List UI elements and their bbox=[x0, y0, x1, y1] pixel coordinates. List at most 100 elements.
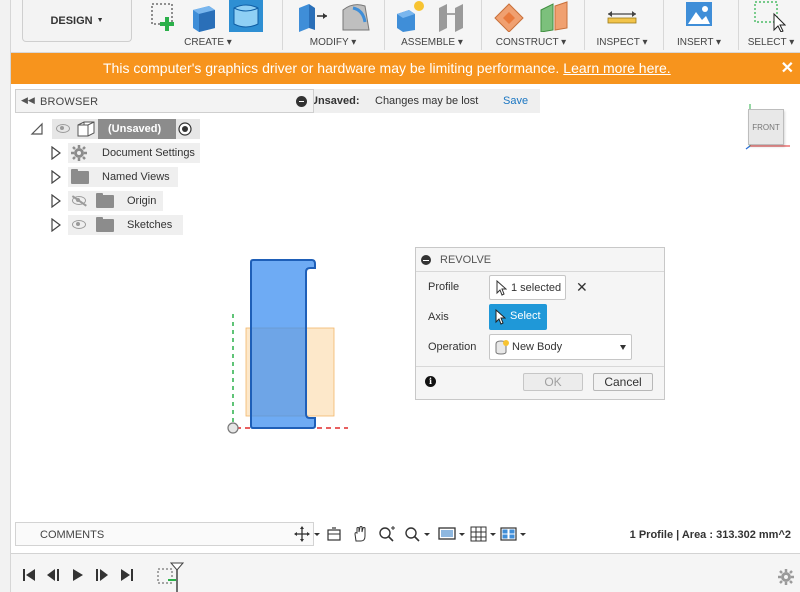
select-box-icon[interactable] bbox=[752, 0, 786, 32]
fit-zoom-icon[interactable] bbox=[404, 526, 432, 542]
design-workspace-button[interactable]: DESIGN ▼ bbox=[22, 0, 132, 42]
create-group[interactable]: CREATE ▾ bbox=[143, 0, 273, 53]
revolve-profile-shape[interactable] bbox=[250, 259, 316, 429]
fillet-icon[interactable] bbox=[339, 0, 373, 32]
learn-more-link[interactable]: Learn more here. bbox=[563, 60, 670, 76]
create-sketch-icon[interactable] bbox=[147, 0, 181, 32]
folder-icon bbox=[96, 193, 114, 208]
timeline-marker[interactable] bbox=[170, 562, 184, 592]
origin-label: Origin bbox=[127, 195, 157, 207]
gear-icon bbox=[71, 145, 87, 161]
construct-group[interactable]: CONSTRUCT ▾ bbox=[485, 0, 577, 53]
create-label: CREATE ▾ bbox=[184, 37, 232, 48]
viewports-icon[interactable] bbox=[500, 526, 528, 542]
chevron-down-icon bbox=[620, 345, 626, 350]
assemble-label: ASSEMBLE ▾ bbox=[401, 37, 463, 48]
modify-group[interactable]: MODIFY ▾ bbox=[287, 0, 379, 53]
step-forward-icon[interactable] bbox=[95, 569, 109, 581]
tree-item-sketches[interactable]: Sketches bbox=[50, 215, 185, 235]
play-icon[interactable] bbox=[71, 569, 85, 581]
press-pull-icon[interactable] bbox=[295, 0, 329, 32]
banner-text: This computer's graphics driver or hardw… bbox=[103, 60, 671, 76]
measure-icon[interactable] bbox=[605, 0, 639, 32]
collapse-dialog-icon[interactable] bbox=[421, 255, 431, 265]
named-views-label: Named Views bbox=[102, 171, 170, 183]
unsaved-message: Changes may be lost bbox=[375, 95, 479, 107]
expand-triangle-icon[interactable] bbox=[50, 218, 62, 232]
collapse-icon[interactable]: ◀◀ bbox=[21, 95, 35, 106]
go-to-start-icon[interactable] bbox=[22, 569, 36, 581]
profile-selection[interactable]: 1 selected bbox=[489, 275, 566, 300]
ok-button[interactable]: OK bbox=[523, 373, 583, 391]
revolve-icon[interactable] bbox=[229, 0, 263, 32]
tree-root[interactable]: (Unsaved) bbox=[30, 119, 200, 139]
unsaved-bar: Unsaved: Changes may be lost Save bbox=[300, 89, 540, 113]
display-settings-icon[interactable] bbox=[438, 526, 466, 542]
activate-radio-icon[interactable] bbox=[178, 122, 192, 136]
clear-selection-icon[interactable]: ✕ bbox=[576, 279, 588, 296]
plane-at-angle-icon[interactable] bbox=[537, 0, 571, 32]
fusion-window: DESIGN ▼ CREATE ▾ MODIFY ▾ ASSEMBLE ▾ CO… bbox=[0, 0, 800, 592]
insert-group[interactable]: INSERT ▾ bbox=[666, 0, 732, 53]
expand-triangle-icon[interactable] bbox=[50, 146, 62, 160]
expand-triangle-icon[interactable] bbox=[50, 194, 62, 208]
new-component-icon[interactable] bbox=[393, 0, 427, 32]
insert-canvas-icon[interactable] bbox=[682, 0, 716, 32]
timeline bbox=[11, 553, 800, 592]
select-group[interactable]: SELECT ▾ bbox=[742, 0, 800, 53]
comments-panel[interactable]: COMMENTS bbox=[15, 522, 314, 546]
zoom-icon[interactable] bbox=[378, 526, 396, 542]
timeline-settings-gear-icon[interactable] bbox=[778, 569, 794, 585]
step-back-icon[interactable] bbox=[46, 569, 60, 581]
navigation-bar bbox=[292, 522, 528, 546]
toolbar-separator bbox=[384, 0, 385, 50]
collapse-triangle-icon[interactable] bbox=[30, 122, 44, 136]
go-to-end-icon[interactable] bbox=[120, 569, 134, 581]
status-readout: 1 Profile | Area : 313.302 mm^2 bbox=[629, 529, 791, 541]
profile-value: 1 selected bbox=[511, 282, 562, 294]
minimize-icon[interactable] bbox=[296, 96, 307, 107]
sketch-canvas[interactable] bbox=[222, 250, 362, 440]
dialog-divider bbox=[416, 366, 664, 367]
folder-icon bbox=[71, 169, 89, 184]
operation-label: Operation bbox=[428, 341, 477, 353]
operation-dropdown[interactable]: New Body bbox=[489, 334, 632, 360]
viewcube[interactable]: FRONT bbox=[748, 109, 784, 145]
tree-item-document-settings[interactable]: Document Settings bbox=[50, 143, 200, 163]
origin-point[interactable] bbox=[227, 422, 239, 434]
offset-plane-icon[interactable] bbox=[493, 0, 527, 32]
browser-panel-header[interactable]: ◀◀ BROWSER bbox=[15, 89, 314, 113]
orbit-icon[interactable] bbox=[294, 526, 320, 542]
banner-close-icon[interactable]: ✕ bbox=[781, 58, 794, 78]
grid-settings-icon[interactable] bbox=[470, 526, 498, 542]
pan-hand-icon[interactable] bbox=[352, 526, 368, 542]
axis-select-label: Select bbox=[510, 310, 541, 322]
look-at-icon[interactable] bbox=[326, 526, 342, 542]
comments-title: COMMENTS bbox=[40, 529, 105, 541]
extrude-icon[interactable] bbox=[187, 0, 221, 32]
axis-select-button[interactable]: Select bbox=[489, 304, 547, 330]
design-label: DESIGN bbox=[50, 14, 93, 27]
inspect-group[interactable]: INSPECT ▾ bbox=[587, 0, 657, 53]
visibility-eye-icon[interactable] bbox=[72, 220, 86, 229]
toolbar-separator bbox=[282, 0, 283, 50]
component-icon bbox=[77, 121, 95, 137]
toolbar-separator bbox=[584, 0, 585, 50]
left-edge bbox=[0, 0, 11, 592]
toolbar-separator bbox=[738, 0, 739, 50]
joint-icon[interactable] bbox=[435, 0, 469, 32]
root-label: (Unsaved) bbox=[108, 123, 162, 135]
folder-icon bbox=[96, 217, 114, 232]
hidden-eye-icon[interactable] bbox=[72, 196, 86, 205]
sketches-label: Sketches bbox=[127, 219, 173, 231]
cancel-button[interactable]: Cancel bbox=[593, 373, 653, 391]
visibility-eye-icon[interactable] bbox=[56, 124, 70, 133]
tree-item-origin[interactable]: Origin bbox=[50, 191, 165, 211]
info-icon[interactable]: i bbox=[425, 376, 436, 387]
axis-label: Axis bbox=[428, 311, 449, 323]
save-link[interactable]: Save bbox=[503, 95, 528, 107]
tree-item-named-views[interactable]: Named Views bbox=[50, 167, 180, 187]
assemble-group[interactable]: ASSEMBLE ▾ bbox=[389, 0, 475, 53]
expand-triangle-icon[interactable] bbox=[50, 170, 62, 184]
revolve-dialog-header[interactable]: REVOLVE bbox=[416, 248, 664, 272]
